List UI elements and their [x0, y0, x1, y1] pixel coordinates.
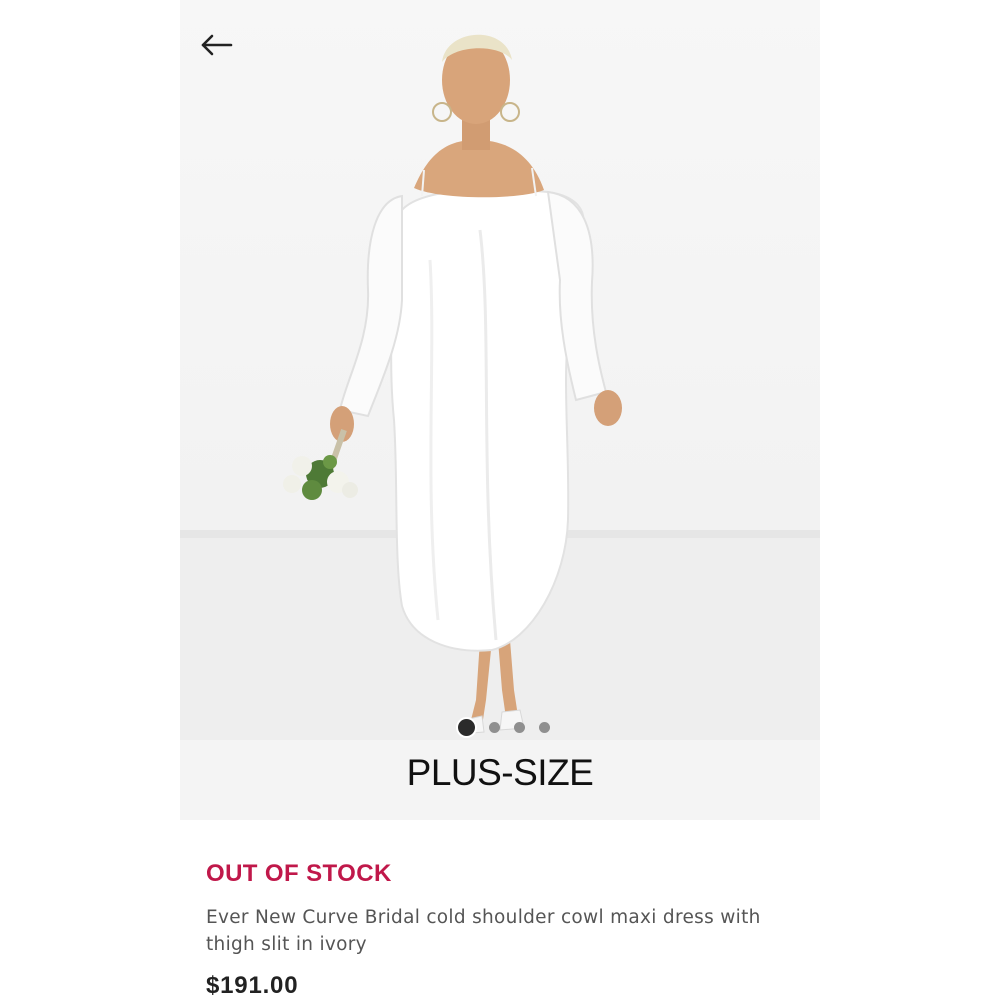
product-image-carousel[interactable]	[180, 0, 820, 740]
carousel-indicators	[180, 716, 820, 738]
page-frame: PLUS-SIZE OUT OF STOCK Ever New Curve Br…	[0, 0, 1000, 1000]
back-button[interactable]	[196, 26, 238, 64]
product-info-panel: OUT OF STOCK Ever New Curve Bridal cold …	[180, 820, 820, 1000]
product-photo	[180, 34, 820, 740]
product-price: $191.00	[206, 972, 299, 999]
carousel-dot-4[interactable]	[539, 721, 550, 733]
arrow-left-icon	[201, 34, 233, 56]
stock-status: OUT OF STOCK	[206, 860, 392, 887]
carousel-dot-3[interactable]	[514, 721, 525, 733]
carousel-dot-1[interactable]	[458, 718, 475, 736]
product-screen: PLUS-SIZE OUT OF STOCK Ever New Curve Br…	[180, 0, 820, 1000]
carousel-dot-2[interactable]	[489, 721, 500, 733]
size-category-label: PLUS-SIZE	[406, 752, 594, 793]
product-name[interactable]: Ever New Curve Bridal cold shoulder cowl…	[206, 904, 796, 958]
